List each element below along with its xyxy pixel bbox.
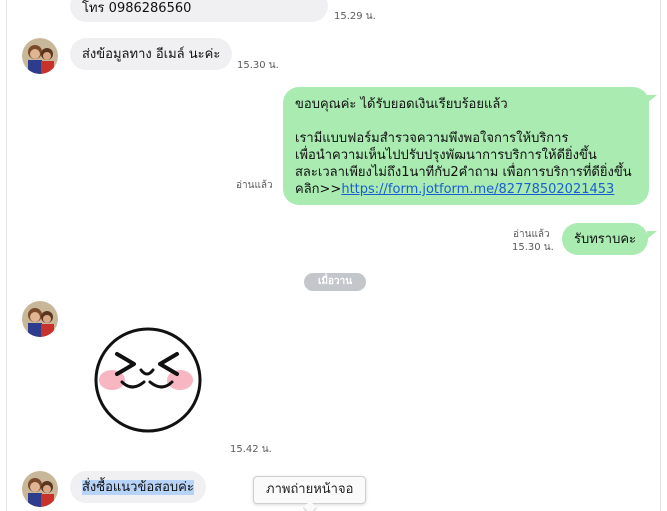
read-receipt: อ่านแล้ว <box>236 180 273 191</box>
outgoing-message-bubble[interactable]: ขอบคุณค่ะ ได้รับยอดเงินเรียบร้อยแล้ว เรา… <box>283 87 649 205</box>
laughing-sticker-icon[interactable] <box>92 324 206 434</box>
bubble-tail <box>647 95 657 103</box>
read-receipt: อ่านแล้ว <box>513 229 550 240</box>
avatar[interactable] <box>22 301 58 337</box>
message-line: สละเวลาเพียงไม่ถึง1นาทีกับ2คำถาม เพื่อกา… <box>295 165 632 180</box>
message-time: 15.30 น. <box>512 242 554 253</box>
incoming-message-bubble[interactable]: โทร 0986286560 <box>70 0 328 22</box>
message-text: ส่งข้อมูลทาง อีเมล์ นะค่ะ <box>82 47 221 62</box>
incoming-message-bubble[interactable]: ส่งข้อมูลทาง อีเมล์ นะค่ะ <box>70 38 233 70</box>
date-separator: เมื่อวาน <box>304 273 366 291</box>
bubble-tail <box>647 231 657 239</box>
incoming-message-bubble[interactable]: สั่งซื้อแนวข้อสอบค่ะ <box>70 471 206 503</box>
message-time: 15.30 น. <box>237 60 279 71</box>
message-time: 15.42 น. <box>230 444 272 455</box>
avatar[interactable] <box>22 471 58 507</box>
message-line: เรามีแบบฟอร์มสำรวจความพึงพอใจการให้บริกา… <box>295 131 569 146</box>
message-line: ขอบคุณค่ะ ได้รับยอดเงินเรียบร้อยแล้ว <box>295 97 508 112</box>
message-text: รับทราบคะ <box>574 232 637 247</box>
survey-link[interactable]: https://form.jotform.me/82778502021453 <box>341 182 614 197</box>
outgoing-message-bubble[interactable]: รับทราบคะ <box>562 223 649 255</box>
avatar[interactable] <box>22 38 58 74</box>
message-text: โทร 0986286560 <box>82 1 192 16</box>
selected-message-text: สั่งซื้อแนวข้อสอบค่ะ <box>82 480 194 495</box>
message-line: คลิก>> <box>295 182 342 197</box>
chat-window <box>6 0 661 511</box>
message-line: เพื่อนำความเห็นไปปรับปรุงพัฒนาการบริการใ… <box>295 148 597 163</box>
message-time: 15.29 น. <box>334 11 376 22</box>
